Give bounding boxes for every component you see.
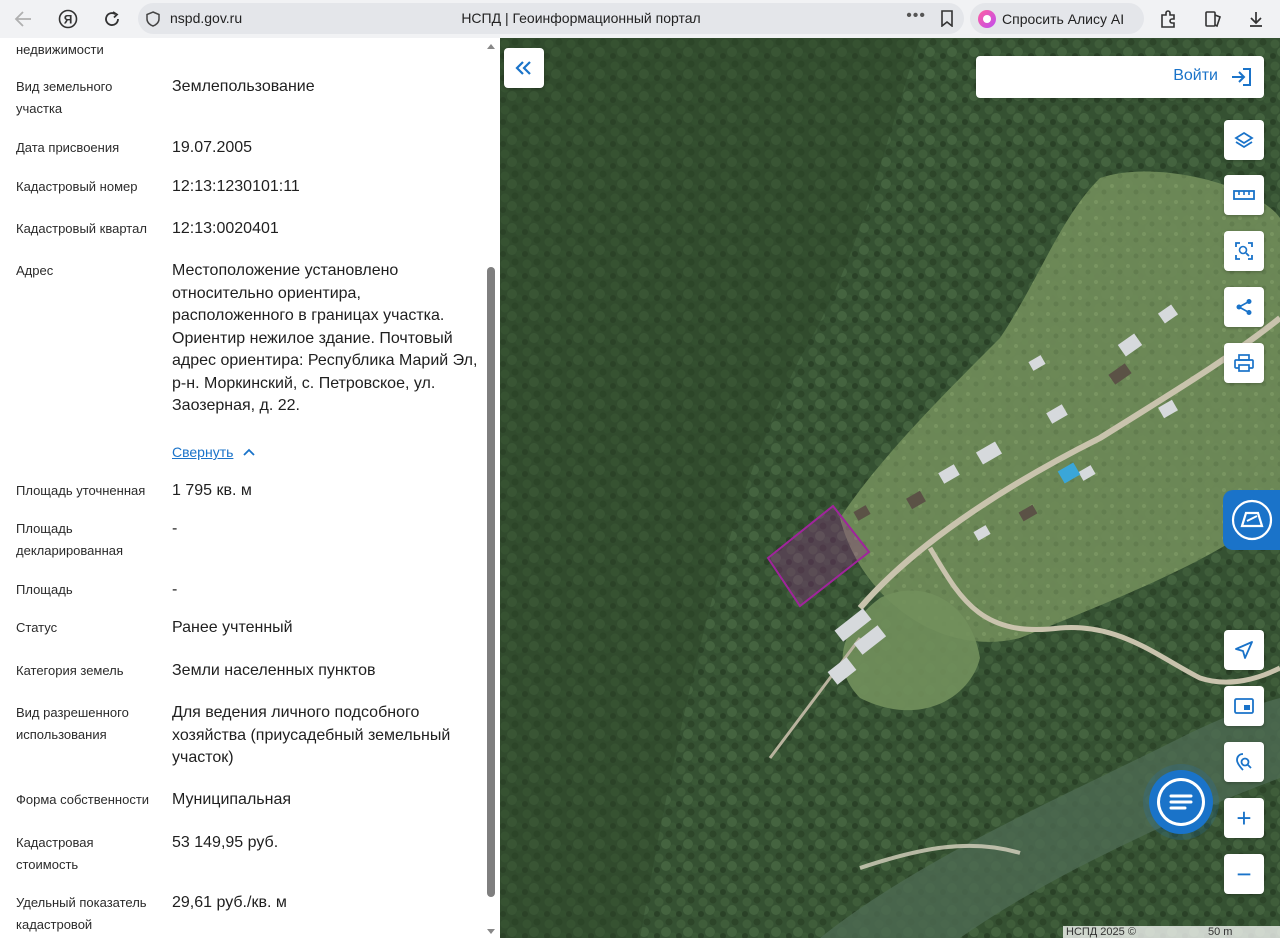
document-map-icon	[1231, 499, 1272, 541]
chevron-up-icon	[243, 448, 256, 456]
minimap-button[interactable]	[1224, 686, 1264, 726]
yandex-logo-icon: Я	[58, 9, 78, 29]
row-label: Кадастровый квартал	[16, 221, 147, 236]
login-button[interactable]: Войти	[976, 56, 1264, 98]
ask-alice-button[interactable]: Спросить Алису AI	[970, 3, 1144, 34]
ruler-button[interactable]	[1224, 175, 1264, 215]
collections-button[interactable]	[1198, 4, 1228, 34]
alice-icon	[978, 9, 996, 28]
share-button[interactable]	[1224, 287, 1264, 327]
svg-text:Я: Я	[64, 13, 73, 27]
row-label: недвижимости	[16, 42, 104, 57]
login-icon	[1232, 68, 1251, 86]
chat-button[interactable]	[1149, 770, 1213, 834]
row-value: 29,61 руб./кв. м	[172, 894, 287, 911]
ruler-icon	[1233, 190, 1255, 200]
collapse-label: Свернуть	[172, 444, 234, 460]
row-label: Дата присвоения	[16, 140, 120, 155]
side-panel-tab[interactable]	[1223, 490, 1280, 550]
address-bar[interactable]: nspd.gov.ru НСПД | Геоинформационный пор…	[138, 3, 964, 34]
row-label: Категория земель	[16, 663, 124, 678]
browser-toolbar: Я nspd.gov.ru НСПД | Геоинформационный п…	[0, 0, 1280, 38]
scrollbar-thumb[interactable]	[487, 267, 495, 897]
row-label: Вид разрешенного использования	[16, 705, 129, 742]
print-icon	[1234, 354, 1254, 372]
back-button[interactable]	[5, 1, 41, 37]
yandex-button[interactable]: Я	[50, 1, 86, 37]
row-value: 53 149,95 руб.	[172, 834, 279, 851]
collapse-link[interactable]: Свернуть	[172, 444, 256, 460]
row-label: Кадастровая стоимость	[16, 835, 94, 872]
row-value: Для ведения личного подсобного хозяйства…	[172, 704, 451, 766]
scroll-up-arrow-icon[interactable]	[486, 42, 496, 50]
scale-label: 50 m	[1208, 926, 1233, 938]
map-view[interactable]: Войти + − НСПД 2025 © 50 m	[500, 38, 1280, 938]
chat-icon	[1157, 778, 1205, 826]
row-value: 12:13:1230101:11	[172, 178, 300, 195]
extensions-button[interactable]	[1153, 4, 1183, 34]
row-label: Вид земельного участка	[16, 79, 113, 116]
collapse-panel-button[interactable]	[504, 48, 544, 88]
map-attribution: НСПД 2025 © 50 m	[1063, 926, 1280, 938]
row-value: Муниципальная	[172, 791, 292, 808]
puzzle-icon	[1161, 10, 1175, 28]
double-chevron-left-icon	[515, 61, 531, 75]
collections-icon	[1205, 11, 1221, 28]
row-label: Площадь декларированная	[16, 521, 124, 558]
attribution-text: НСПД 2025 ©	[1066, 926, 1136, 938]
zoom-out-icon: −	[1236, 859, 1252, 889]
select-area-button[interactable]	[1224, 231, 1264, 271]
share-icon	[1236, 299, 1252, 315]
row-value: 12:13:0020401	[172, 220, 279, 237]
row-label: Форма собственности	[16, 792, 150, 807]
print-button[interactable]	[1224, 343, 1264, 383]
row-value: -	[172, 520, 178, 537]
row-value: 19.07.2005	[172, 139, 253, 156]
geosearch-icon	[1236, 753, 1252, 771]
scroll-down-arrow-icon[interactable]	[486, 928, 496, 936]
download-icon	[1250, 12, 1262, 27]
row-label: Площадь	[16, 582, 73, 597]
minimap-icon	[1234, 698, 1254, 714]
zoom-in-icon: +	[1236, 803, 1252, 833]
downloads-button[interactable]	[1241, 4, 1271, 34]
row-label: Адрес	[16, 263, 54, 278]
row-label: Статус	[16, 620, 58, 635]
row-value: -	[172, 581, 178, 598]
row-value: Землепользование	[172, 78, 315, 95]
parcel-info-panel: недвижимости Вид земельного участка Земл…	[0, 38, 500, 938]
layers-button[interactable]	[1224, 120, 1264, 160]
geosearch-button[interactable]	[1224, 742, 1264, 782]
locate-icon	[1235, 641, 1253, 659]
alice-label: Спросить Алису AI	[1002, 10, 1125, 27]
tab-title: НСПД | Геоинформационный портал	[461, 10, 701, 26]
row-value: Земли населенных пунктов	[172, 662, 376, 679]
bookmark-icon[interactable]	[940, 10, 954, 27]
layers-icon	[1234, 131, 1254, 149]
reload-icon	[105, 11, 119, 26]
row-value: Ранее учтенный	[172, 619, 293, 636]
arrow-left-icon	[14, 11, 31, 27]
login-label: Войти	[1173, 67, 1218, 84]
row-label: Площадь уточненная	[16, 483, 146, 498]
row-label: Кадастровый номер	[16, 179, 138, 194]
zoom-out-button[interactable]: −	[1224, 854, 1264, 894]
row-value: 1 795 кв. м	[172, 482, 252, 499]
select-area-icon	[1235, 242, 1253, 260]
zoom-in-button[interactable]: +	[1224, 798, 1264, 838]
locate-button[interactable]	[1224, 630, 1264, 670]
more-icon[interactable]: •••	[906, 7, 926, 25]
row-value: Местоположение установлено относительно …	[172, 262, 478, 414]
reload-button[interactable]	[94, 1, 130, 37]
row-label: Удельный показатель кадастровой	[16, 895, 147, 932]
